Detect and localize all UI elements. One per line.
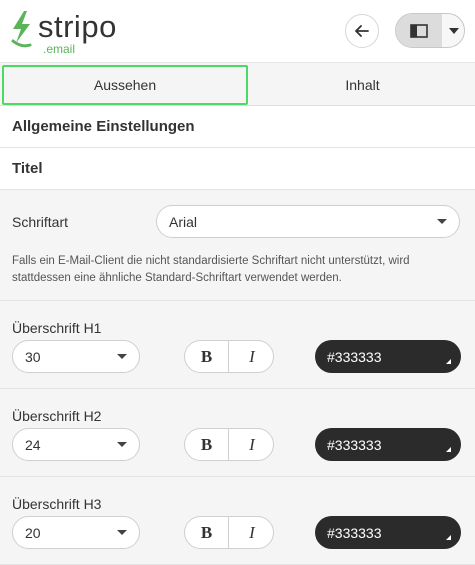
- heading-h3-color-picker[interactable]: #333333: [315, 516, 461, 549]
- heading-h2-italic-button[interactable]: I: [230, 429, 273, 460]
- heading-h2-size-value: 24: [25, 436, 41, 453]
- heading-h2-color-value: #333333: [327, 436, 382, 453]
- heading-h2-color-picker[interactable]: #333333: [315, 428, 461, 461]
- font-fallback-note: Falls ein E-Mail-Client die nicht standa…: [12, 255, 410, 284]
- top-bar: stripo .email: [0, 0, 475, 63]
- arrow-left-icon: [355, 25, 369, 37]
- logo-subtitle: .email: [43, 42, 76, 56]
- heading-h1-italic-button[interactable]: I: [230, 341, 273, 372]
- tab-bar: Aussehen Inhalt: [0, 63, 475, 106]
- layout-toggle-button[interactable]: [395, 13, 465, 48]
- layout-panel-icon: [410, 23, 428, 38]
- heading-h3-size-select[interactable]: 20: [12, 516, 140, 549]
- section-title[interactable]: Titel: [0, 148, 475, 190]
- heading-h1-panel: Überschrift H1 30 B I #333333: [0, 301, 475, 389]
- section-general-settings[interactable]: Allgemeine Einstellungen: [0, 106, 475, 148]
- heading-h3-style-group: B I: [184, 516, 274, 549]
- font-family-value: Arial: [169, 213, 198, 230]
- heading-h1-color-picker[interactable]: #333333: [315, 340, 461, 373]
- heading-h3-color-value: #333333: [327, 524, 382, 541]
- heading-h1-size-value: 30: [25, 348, 41, 365]
- heading-h3-bold-button[interactable]: B: [185, 517, 229, 548]
- heading-h2-size-select[interactable]: 24: [12, 428, 140, 461]
- heading-h3-panel: Überschrift H3 20 B I #333333: [0, 477, 475, 565]
- layout-dropdown-button[interactable]: [442, 14, 464, 47]
- heading-h1-color-value: #333333: [327, 348, 382, 365]
- stripo-logo-mark-icon: [11, 11, 32, 48]
- heading-h2-panel: Überschrift H2 24 B I #333333: [0, 389, 475, 477]
- tab-content[interactable]: Inhalt: [250, 63, 475, 106]
- heading-h3-size-value: 20: [25, 524, 41, 541]
- heading-h2-label: Überschrift H2: [12, 408, 102, 424]
- logo-wordmark: stripo: [38, 9, 117, 44]
- resize-corner-icon: [446, 359, 451, 364]
- heading-h2-bold-button[interactable]: B: [185, 429, 229, 460]
- heading-h1-label: Überschrift H1: [12, 320, 102, 336]
- tab-appearance[interactable]: Aussehen: [2, 65, 248, 105]
- chevron-down-icon: [117, 530, 127, 535]
- heading-h3-italic-button[interactable]: I: [230, 517, 273, 548]
- back-button[interactable]: [345, 14, 379, 48]
- heading-h1-size-select[interactable]: 30: [12, 340, 140, 373]
- heading-h1-bold-button[interactable]: B: [185, 341, 229, 372]
- font-family-select[interactable]: Arial: [156, 205, 460, 238]
- resize-corner-icon: [446, 447, 451, 452]
- font-family-label: Schriftart: [12, 214, 69, 230]
- layout-view-button[interactable]: [396, 14, 442, 47]
- heading-h3-label: Überschrift H3: [12, 496, 102, 512]
- heading-h1-style-group: B I: [184, 340, 274, 373]
- chevron-down-icon: [117, 442, 127, 447]
- stripo-logo[interactable]: stripo .email: [10, 9, 120, 56]
- chevron-down-icon: [437, 219, 447, 224]
- chevron-down-icon: [117, 354, 127, 359]
- heading-h2-style-group: B I: [184, 428, 274, 461]
- resize-corner-icon: [446, 535, 451, 540]
- chevron-down-icon: [449, 27, 459, 34]
